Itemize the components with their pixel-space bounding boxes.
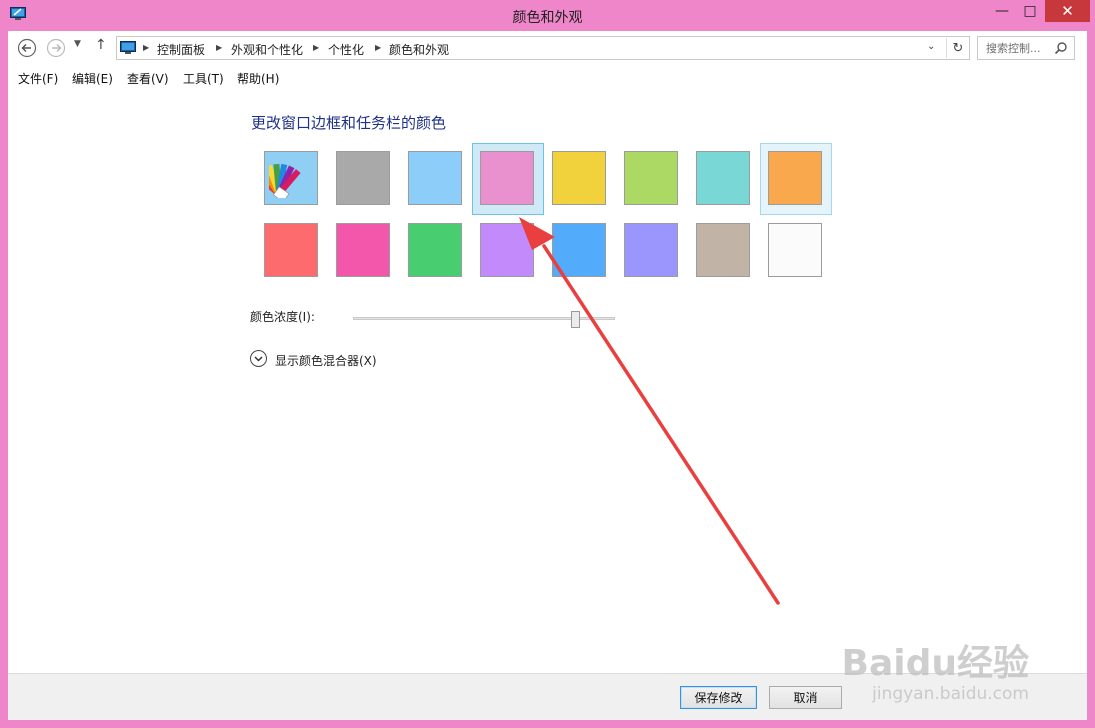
swatch-pink[interactable] (480, 151, 534, 205)
save-button[interactable]: 保存修改 (680, 686, 757, 709)
swatch-auto[interactable] (264, 151, 318, 205)
swatch-white[interactable] (768, 223, 822, 277)
swatch-green[interactable] (408, 223, 462, 277)
menu-edit[interactable]: 编辑(E) (72, 70, 113, 87)
breadcrumb-separator-icon: ▶ (143, 43, 150, 52)
menu-view[interactable]: 查看(V) (127, 70, 169, 87)
breadcrumb-separator-icon: ▶ (313, 43, 320, 52)
navigation-bar: ▼ ↑ ▶ 控制面板 ▶ 外观和个性化 ▶ 个性化 ▶ 颜色和外观 ⌄ ↻ (8, 31, 1087, 65)
slider-thumb[interactable] (571, 311, 580, 328)
baidu-watermark: Baidu经验 jingyan.baidu.com (842, 634, 1029, 704)
title-bar: 颜色和外观 — □ ✕ (0, 0, 1095, 32)
swatch-gray[interactable] (336, 151, 390, 205)
breadcrumb-control-panel[interactable]: 控制面板 (157, 41, 205, 58)
search-box[interactable] (977, 36, 1075, 60)
swatch-blue[interactable] (552, 223, 606, 277)
swatch-red[interactable] (264, 223, 318, 277)
menu-bar: 文件(F) 编辑(E) 查看(V) 工具(T) 帮助(H) (8, 68, 1087, 88)
cancel-button[interactable]: 取消 (769, 686, 842, 709)
color-intensity-label: 颜色浓度(I): (250, 310, 315, 324)
annotation-arrow (519, 217, 780, 605)
forward-icon[interactable] (46, 38, 66, 58)
swatch-violet[interactable] (480, 223, 534, 277)
control-panel-icon (120, 41, 136, 54)
back-icon[interactable] (17, 38, 37, 58)
address-dropdown-icon[interactable]: ⌄ (927, 41, 935, 52)
breadcrumb-appearance[interactable]: 外观和个性化 (231, 41, 303, 58)
window-title: 颜色和外观 (512, 10, 583, 26)
breadcrumb-personalization[interactable]: 个性化 (328, 41, 364, 58)
swatch-light-blue[interactable] (408, 151, 462, 205)
menu-tools[interactable]: 工具(T) (183, 70, 224, 87)
maximize-button[interactable]: □ (1018, 0, 1042, 22)
recent-locations-chevron-icon[interactable]: ▼ (74, 39, 81, 49)
show-color-mixer-toggle[interactable]: 显示颜色混合器(X) (250, 350, 390, 370)
color-palette-icon (269, 163, 301, 198)
color-intensity-slider[interactable] (353, 311, 615, 328)
search-icon[interactable] (1054, 41, 1068, 55)
menu-help[interactable]: 帮助(H) (237, 70, 279, 87)
swatch-magenta[interactable] (336, 223, 390, 277)
search-input[interactable] (978, 37, 1061, 59)
watermark-url: jingyan.baidu.com (872, 684, 1029, 704)
page-title: 更改窗口边框和任务栏的颜色 (251, 114, 447, 132)
swatch-teal[interactable] (696, 151, 750, 205)
address-field[interactable]: ▶ 控制面板 ▶ 外观和个性化 ▶ 个性化 ▶ 颜色和外观 ⌄ ↻ (116, 36, 970, 60)
menu-file[interactable]: 文件(F) (18, 70, 58, 87)
breadcrumb-separator-icon: ▶ (216, 43, 223, 52)
chevron-down-icon[interactable] (250, 350, 267, 367)
window-client: ▼ ↑ ▶ 控制面板 ▶ 外观和个性化 ▶ 个性化 ▶ 颜色和外观 ⌄ ↻ 搜索… (8, 31, 1087, 720)
breadcrumb-color-appearance[interactable]: 颜色和外观 (389, 41, 449, 58)
refresh-icon[interactable]: ↻ (946, 38, 969, 58)
swatch-lime[interactable] (624, 151, 678, 205)
watermark-logo: Baidu经验 (841, 643, 1029, 684)
swatch-yellow[interactable] (552, 151, 606, 205)
swatch-periwinkle[interactable] (624, 223, 678, 277)
swatch-orange[interactable] (768, 151, 822, 205)
minimize-button[interactable]: — (990, 0, 1014, 22)
swatch-taupe[interactable] (696, 223, 750, 277)
show-color-mixer-label[interactable]: 显示颜色混合器(X) (275, 352, 377, 369)
up-arrow-icon[interactable]: ↑ (95, 37, 107, 53)
close-button[interactable]: ✕ (1045, 0, 1090, 22)
breadcrumb-separator-icon: ▶ (375, 43, 382, 52)
